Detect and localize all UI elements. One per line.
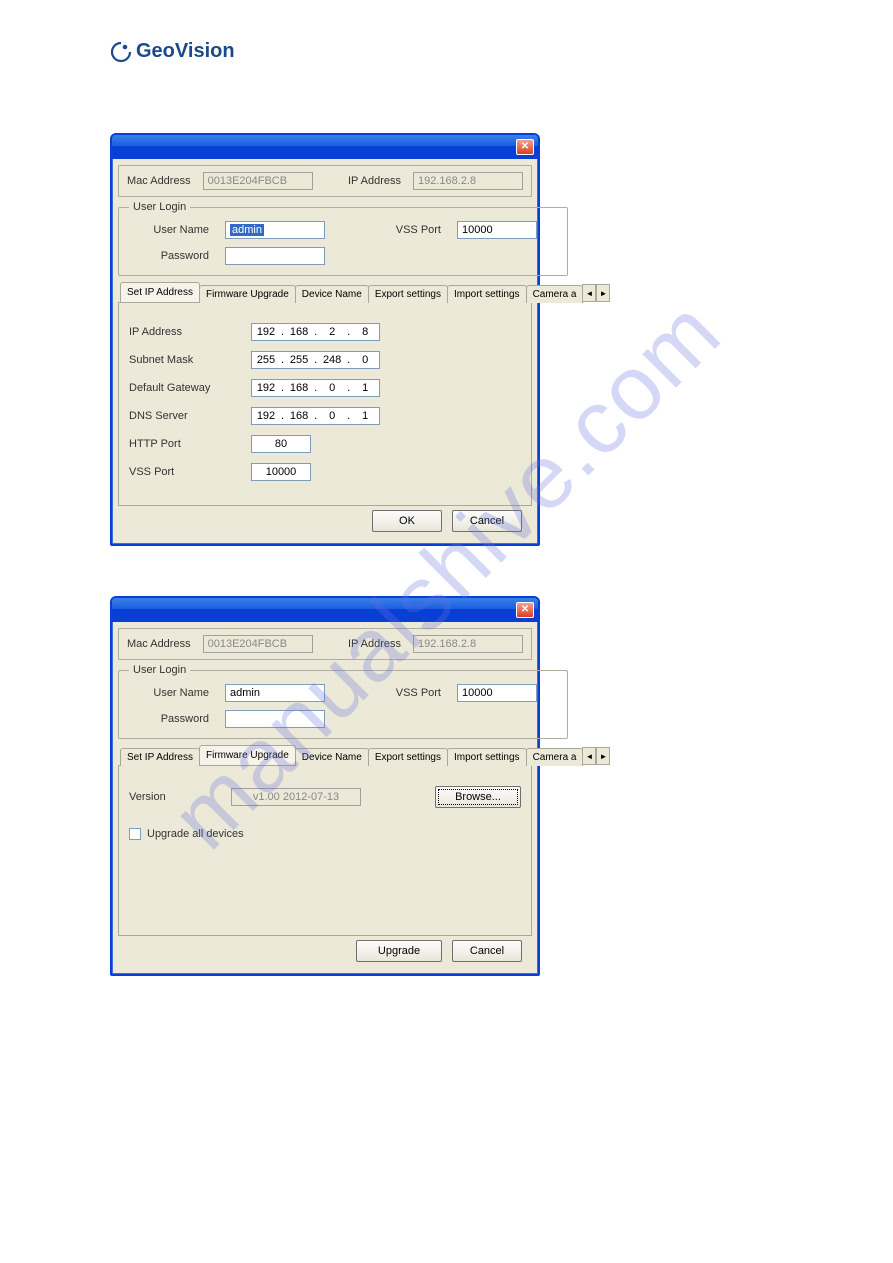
tab-scroll-left[interactable]: ◄ [582,284,596,302]
mac-address-field: 0013E204FBCB [203,635,313,653]
ip-address-form-label: IP Address [129,326,239,338]
mac-address-field: 0013E204FBCB [203,172,313,190]
vss-port-form-label: VSS Port [129,466,239,478]
user-login-legend: User Login [129,201,190,213]
tab-device-name[interactable]: Device Name [295,285,369,303]
tab-set-ip-address[interactable]: Set IP Address [120,748,200,766]
password-input[interactable] [225,710,325,728]
logo-icon [110,41,132,63]
brand-logo: GeoVision [110,40,783,63]
password-input[interactable] [225,247,325,265]
ip-address-input[interactable]: 192. 168. 2. 8 [251,323,380,341]
vss-port-label: VSS Port [361,687,441,699]
user-login-legend: User Login [129,664,190,676]
subnet-mask-label: Subnet Mask [129,354,239,366]
tab-import-settings[interactable]: Import settings [447,285,527,303]
address-panel: Mac Address 0013E204FBCB IP Address 192.… [118,628,532,660]
default-gateway-input[interactable]: 192. 168. 0. 1 [251,379,380,397]
vss-port-input[interactable]: 10000 [457,684,537,702]
user-login-group: User Login User Name admin VSS Port 1000… [118,664,568,739]
password-label: Password [129,713,209,725]
ok-button[interactable]: OK [372,510,442,532]
titlebar: ✕ [112,135,538,159]
tab-export-settings[interactable]: Export settings [368,748,448,766]
http-port-label: HTTP Port [129,438,239,450]
tab-set-ip-address[interactable]: Set IP Address [120,282,200,302]
tab-import-settings[interactable]: Import settings [447,748,527,766]
username-input[interactable]: admin [225,221,325,239]
tab-scroll-right[interactable]: ► [596,747,610,765]
ip-address-label: IP Address [348,638,401,650]
version-label: Version [129,791,219,803]
upgrade-button[interactable]: Upgrade [356,940,442,962]
tab-camera[interactable]: Camera a [526,285,584,303]
close-button[interactable]: ✕ [516,139,534,155]
subnet-mask-input[interactable]: 255. 255. 248. 0 [251,351,380,369]
mac-address-label: Mac Address [127,175,191,187]
password-label: Password [129,250,209,262]
dns-server-input[interactable]: 192. 168. 0. 1 [251,407,380,425]
titlebar: ✕ [112,598,538,622]
ip-address-field: 192.168.2.8 [413,172,523,190]
mac-address-label: Mac Address [127,638,191,650]
upgrade-all-checkbox[interactable] [129,828,141,840]
tab-camera[interactable]: Camera a [526,748,584,766]
tab-export-settings[interactable]: Export settings [368,285,448,303]
tab-content-firmware: Version v1.00 2012-07-13 Browse... Upgra… [118,766,532,936]
tab-content-ip: IP Address 192. 168. 2. 8 Subnet Mask 25… [118,303,532,506]
upgrade-all-label: Upgrade all devices [147,828,244,840]
dns-server-label: DNS Server [129,410,239,422]
logo-text: GeoVision [136,40,235,63]
dialog-firmware: ✕ Mac Address 0013E204FBCB IP Address 19… [110,596,540,976]
tab-firmware-upgrade[interactable]: Firmware Upgrade [199,745,296,765]
tab-strip: Set IP Address Firmware Upgrade Device N… [118,745,532,766]
close-button[interactable]: ✕ [516,602,534,618]
username-input[interactable]: admin [225,684,325,702]
username-label: User Name [129,224,209,236]
cancel-button[interactable]: Cancel [452,940,522,962]
tab-scroll-right[interactable]: ► [596,284,610,302]
username-label: User Name [129,687,209,699]
ip-address-field: 192.168.2.8 [413,635,523,653]
http-port-input[interactable]: 80 [251,435,311,453]
user-login-group: User Login User Name admin VSS Port 1000… [118,201,568,276]
tab-scroll-left[interactable]: ◄ [582,747,596,765]
address-panel: Mac Address 0013E204FBCB IP Address 192.… [118,165,532,197]
version-field: v1.00 2012-07-13 [231,788,361,806]
vss-port-label: VSS Port [361,224,441,236]
cancel-button[interactable]: Cancel [452,510,522,532]
tab-device-name[interactable]: Device Name [295,748,369,766]
vss-port-form-input[interactable]: 10000 [251,463,311,481]
tab-strip: Set IP Address Firmware Upgrade Device N… [118,282,532,303]
dialog-set-ip: ✕ Mac Address 0013E204FBCB IP Address 19… [110,133,540,546]
tab-firmware-upgrade[interactable]: Firmware Upgrade [199,285,296,303]
browse-button[interactable]: Browse... [435,786,521,808]
ip-address-label: IP Address [348,175,401,187]
vss-port-input[interactable]: 10000 [457,221,537,239]
default-gateway-label: Default Gateway [129,382,239,394]
